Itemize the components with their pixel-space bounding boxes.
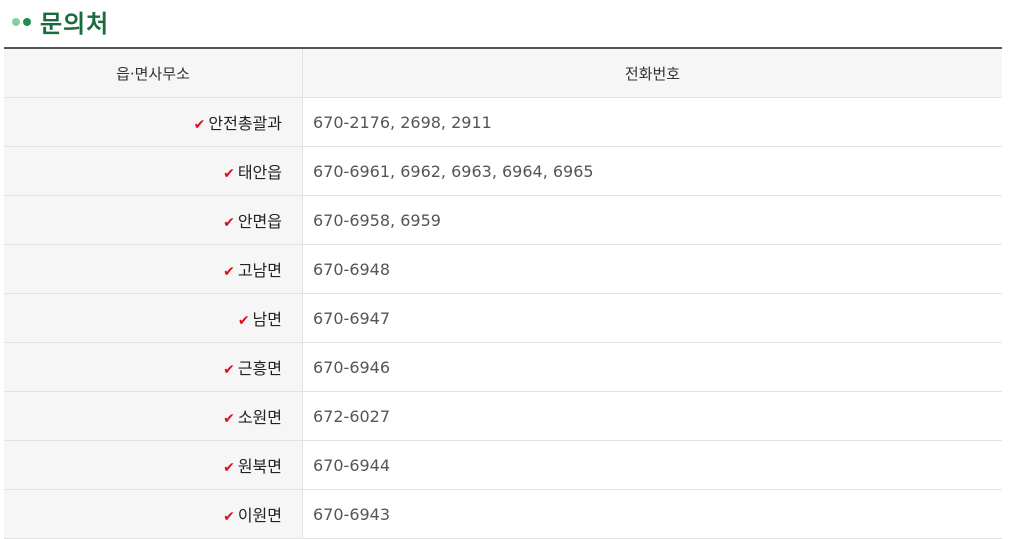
office-cell: ✔ 남면 — [4, 293, 303, 343]
checkmark-icon: ✔ — [223, 460, 235, 476]
office-cell: ✔ 이원면 — [4, 489, 303, 539]
office-cell: ✔ 소원면 — [4, 391, 303, 441]
phone-number: 670-6943 — [302, 489, 1002, 539]
office-name: 안면읍 — [237, 212, 282, 231]
office-name: 소원면 — [237, 408, 282, 427]
office-name: 원북면 — [237, 457, 282, 476]
double-dot-bullet-icon — [12, 18, 34, 26]
office-cell: ✔ 안면읍 — [4, 195, 303, 245]
bullet-dot-light — [12, 18, 20, 26]
office-cell: ✔ 태안읍 — [4, 146, 303, 196]
checkmark-icon: ✔ — [193, 117, 206, 133]
section-heading: 문의처 — [12, 4, 109, 38]
office-name: 남면 — [252, 310, 282, 329]
office-cell: ✔ 근흥면 — [4, 342, 303, 392]
office-cell: ✔ 고남면 — [4, 244, 303, 294]
office-name: 태안읍 — [237, 163, 282, 182]
table-row: ✔ 안면읍 670-6958, 6959 — [4, 195, 1002, 245]
checkmark-icon: ✔ — [237, 313, 250, 329]
checkmark-icon: ✔ — [223, 166, 235, 182]
table-row: ✔ 소원면 672-6027 — [4, 391, 1002, 441]
phone-number: 672-6027 — [302, 391, 1002, 441]
phone-number: 670-6948 — [302, 244, 1002, 294]
office-name: 안전총괄과 — [208, 114, 282, 133]
phone-number: 670-6946 — [302, 342, 1002, 392]
table-row: ✔ 안전총괄과 670-2176, 2698, 2911 — [4, 97, 1002, 147]
table-row: ✔ 고남면 670-6948 — [4, 244, 1002, 294]
table-header: 읍·면사무소 전화번호 — [4, 48, 1002, 98]
office-name: 이원면 — [237, 506, 282, 525]
table-row: ✔ 태안읍 670-6961, 6962, 6963, 6964, 6965 — [4, 146, 1002, 196]
checkmark-icon: ✔ — [223, 362, 235, 378]
section-title: 문의처 — [40, 9, 110, 38]
phone-number: 670-6944 — [302, 440, 1002, 490]
office-name: 근흥면 — [237, 359, 282, 378]
office-name: 고남면 — [237, 261, 282, 280]
table-row: ✔ 근흥면 670-6946 — [4, 342, 1002, 392]
contact-table-wrapper: 읍·면사무소 전화번호 ✔ 안전총괄과 670-2176, 2698, 2911 ✔ 태… — [4, 47, 1002, 539]
table-row: ✔ 이원면 670-6943 — [4, 489, 1002, 539]
checkmark-icon: ✔ — [223, 509, 235, 525]
office-cell: ✔ 안전총괄과 — [4, 97, 303, 147]
phone-number: 670-6958, 6959 — [302, 195, 1002, 245]
office-cell: ✔ 원북면 — [4, 440, 303, 490]
header-phone: 전화번호 — [302, 48, 1002, 98]
table-header-row: 읍·면사무소 전화번호 — [4, 48, 1002, 98]
contact-table: 읍·면사무소 전화번호 ✔ 안전총괄과 670-2176, 2698, 2911 ✔ 태… — [4, 47, 1002, 539]
phone-number: 670-2176, 2698, 2911 — [302, 97, 1002, 147]
table-row: ✔ 원북면 670-6944 — [4, 440, 1002, 490]
checkmark-icon: ✔ — [223, 411, 235, 427]
phone-number: 670-6961, 6962, 6963, 6964, 6965 — [302, 146, 1002, 196]
table-body: ✔ 안전총괄과 670-2176, 2698, 2911 ✔ 태안읍 670-6961, … — [4, 97, 1002, 539]
bullet-dot-dark — [23, 18, 31, 26]
checkmark-icon: ✔ — [223, 215, 235, 231]
phone-number: 670-6947 — [302, 293, 1002, 343]
checkmark-icon: ✔ — [223, 264, 235, 280]
header-office: 읍·면사무소 — [4, 48, 303, 98]
table-row: ✔ 남면 670-6947 — [4, 293, 1002, 343]
